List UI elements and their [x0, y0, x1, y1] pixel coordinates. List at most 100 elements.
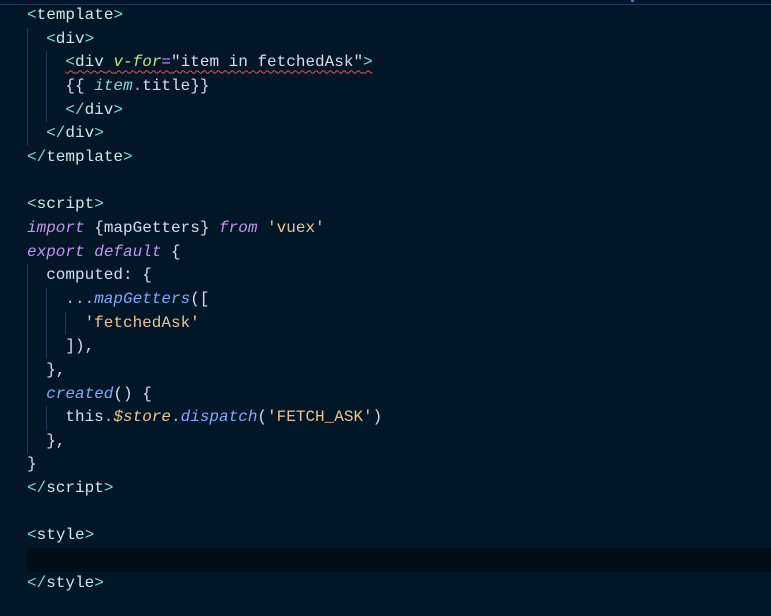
code-line[interactable]: ]), [27, 335, 771, 359]
code-line[interactable] [27, 170, 771, 194]
code-line[interactable]: <style> [27, 524, 771, 548]
token-tag: style [46, 573, 95, 592]
indent-guide [27, 335, 46, 359]
code-content: } [27, 455, 37, 473]
code-line[interactable]: export default { [27, 241, 771, 265]
indent-guide [27, 264, 46, 288]
code-content: {{ item.title}} [65, 77, 209, 95]
indent-guide [27, 358, 46, 383]
code-content: 'fetchedAsk' [85, 314, 200, 332]
token-fn: dispatch [180, 408, 258, 427]
token-str: 'FETCH_ASK' [267, 408, 373, 427]
code-line[interactable]: </div> [27, 122, 771, 146]
token-punct: < [27, 195, 37, 214]
indent-guide [46, 98, 65, 123]
token-tag: div [84, 100, 114, 119]
code-line[interactable]: </script> [27, 477, 771, 501]
code-content: <script> [27, 195, 104, 213]
token-eq: = [161, 53, 172, 72]
code-content: <style> [27, 526, 94, 544]
overview-ruler-marker [631, 0, 634, 2]
code-line[interactable]: </div> [27, 98, 771, 123]
token-punct: </ [27, 147, 47, 166]
token-kw: from [219, 218, 258, 237]
token-text: title [142, 76, 191, 95]
token-punct: > [94, 195, 104, 214]
token-var: item [94, 76, 133, 95]
code-content: ]), [65, 337, 94, 355]
code-editor[interactable]: <template> <div> <div v-for="item in fetch… [27, 4, 771, 595]
code-content: </script> [27, 479, 113, 497]
code-line[interactable]: }, [27, 358, 771, 383]
token-fn: mapGetters [94, 289, 191, 308]
token-punct: . [171, 408, 181, 427]
code-line[interactable]: <div> [27, 27, 771, 52]
token-punct: </ [27, 479, 47, 498]
code-line[interactable]: import {mapGetters} from 'vuex' [27, 217, 771, 241]
token-text: ([ [190, 289, 210, 308]
indent-guide [46, 335, 65, 359]
token-text: }} [190, 76, 210, 95]
token-punct: > [113, 6, 124, 24]
indent-guide [27, 74, 46, 99]
code-line[interactable]: <div v-for="item in fetchedAsk"> [27, 51, 771, 75]
token-text: }, [46, 431, 66, 450]
token-kw: import [27, 218, 85, 237]
code-content: </div> [46, 124, 104, 142]
token-punct: </ [27, 573, 47, 592]
token-tag: div [65, 124, 95, 143]
code-line[interactable]: </template> [27, 146, 771, 170]
code-line[interactable]: computed: { [27, 264, 771, 288]
token-text: "item in fetchedAsk" [171, 53, 364, 72]
indent-guide [46, 406, 65, 430]
code-line[interactable]: </style> [27, 572, 771, 596]
token-text: {mapGetters} [84, 218, 220, 237]
token-tag: template [36, 6, 114, 24]
token-kw: export [27, 242, 85, 261]
token-text: computed: { [46, 266, 152, 285]
token-text: {{ [65, 76, 95, 95]
code-line[interactable] [27, 501, 771, 525]
code-line[interactable]: this.$store.dispatch('FETCH_ASK') [27, 406, 771, 430]
code-line[interactable]: created() { [27, 382, 771, 407]
token-tag: template [46, 147, 124, 166]
indent-guide [46, 287, 65, 312]
code-line[interactable]: 'fetchedAsk' [27, 311, 771, 336]
code-content: }, [46, 432, 65, 450]
token-attr: v-for [113, 53, 162, 72]
token-text: ) [372, 408, 383, 427]
token-kw: default [94, 242, 162, 261]
token-punct: > [84, 526, 95, 545]
code-line[interactable] [27, 548, 771, 572]
code-content: </template> [27, 148, 133, 166]
token-text: { [161, 242, 181, 261]
token-store: $store [113, 408, 171, 427]
token-punct: > [123, 147, 133, 166]
token-punct: < [27, 6, 37, 24]
code-line[interactable]: }, [27, 429, 771, 454]
code-line[interactable]: {{ item.title}} [27, 74, 771, 99]
indent-guide [27, 51, 46, 75]
code-content: created() { [46, 385, 152, 403]
token-punct: > [363, 53, 373, 72]
token-punct: < [65, 53, 75, 72]
code-content: <template> [27, 6, 123, 24]
code-line[interactable]: } [27, 453, 771, 477]
token-text: ( [257, 408, 268, 427]
code-line[interactable]: <script> [27, 193, 771, 217]
token-punct: . [103, 408, 114, 427]
token-text: } [27, 455, 37, 474]
code-content: import {mapGetters} from 'vuex' [27, 219, 325, 237]
code-line[interactable]: <template> [27, 4, 771, 28]
token-text: () { [113, 384, 152, 403]
indent-guide [27, 311, 46, 336]
code-content: computed: { [46, 266, 152, 284]
token-this: this [65, 408, 104, 427]
indent-guide [27, 287, 46, 312]
token-tag: div [55, 29, 85, 48]
token-tag: style [36, 526, 85, 545]
code-line[interactable]: ...mapGetters([ [27, 287, 771, 312]
